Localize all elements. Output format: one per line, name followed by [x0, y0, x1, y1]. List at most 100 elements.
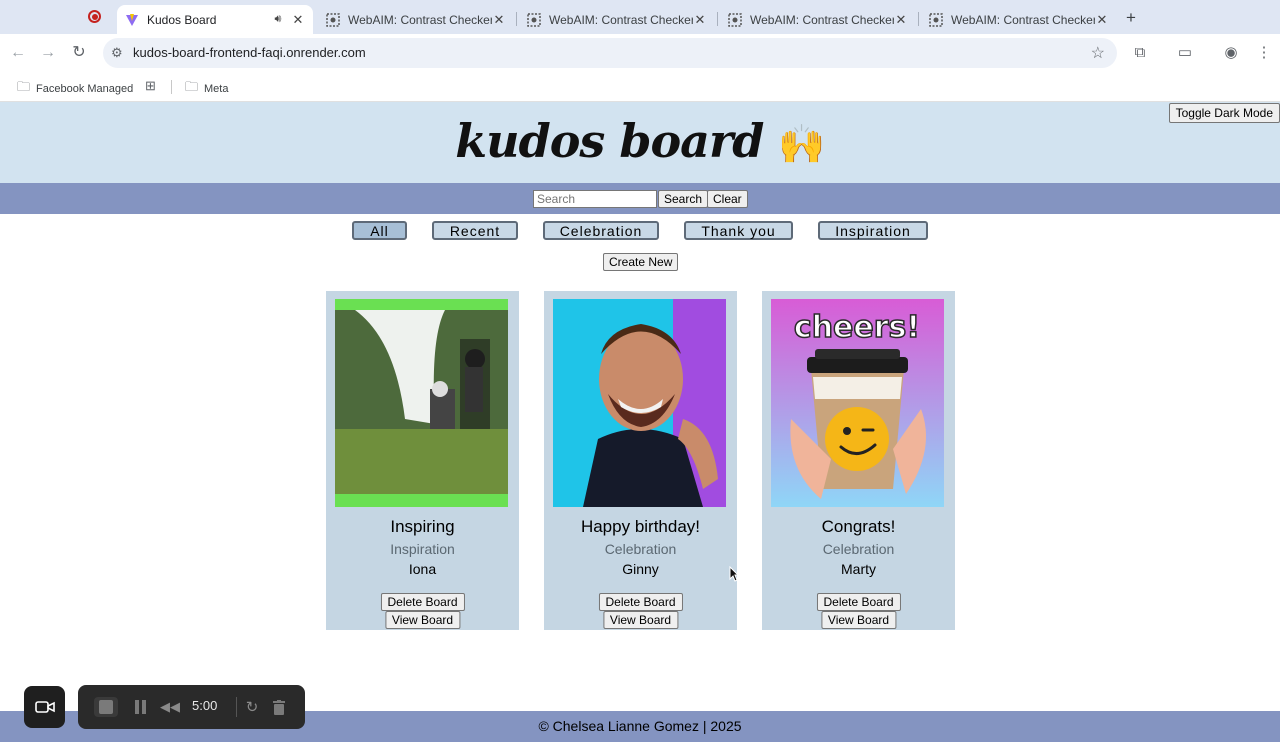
close-tab-icon[interactable]: ✕: [492, 12, 506, 28]
bookmarks-bar: 🗀︎ Facebook Managed ⊞ 🗀︎ Meta: [0, 72, 1280, 102]
profile-avatar-icon[interactable]: ◉: [1221, 43, 1241, 63]
forward-arrow-icon[interactable]: →: [38, 43, 58, 63]
clear-button[interactable]: Clear: [707, 190, 748, 208]
view-board-button[interactable]: View Board: [384, 611, 461, 629]
tab-webaim-2[interactable]: WebAIM: Contrast Checker ✕: [519, 5, 715, 34]
tab-separator: [516, 12, 517, 26]
tab-webaim-3[interactable]: WebAIM: Contrast Checker ✕: [720, 5, 916, 34]
board-author: Ginny: [622, 561, 659, 577]
cheers-text: cheers!: [794, 310, 920, 345]
tab-title: WebAIM: Contrast Checker: [348, 12, 492, 27]
brand-text: kudos board: [455, 114, 764, 168]
more-menu-icon[interactable]: ⋮: [1254, 43, 1274, 63]
filter-celebration[interactable]: Celebration: [543, 221, 659, 240]
recorder-divider: [236, 697, 237, 717]
tab-search-icon[interactable]: ▭: [1175, 43, 1195, 63]
tab-separator: [717, 12, 718, 26]
close-tab-icon[interactable]: ✕: [894, 12, 908, 28]
board-author: Marty: [841, 561, 876, 577]
view-board-button[interactable]: View Board: [820, 611, 897, 629]
bookmark-star-icon[interactable]: ☆: [1091, 43, 1105, 63]
board-image: [553, 299, 726, 507]
video-camera-icon: [34, 701, 55, 713]
url-text[interactable]: kudos-board-frontend-faqi.onrender.com: [133, 45, 366, 60]
page-header: Toggle Dark Mode kudos board 🙌: [0, 102, 1280, 183]
filter-thank-you[interactable]: Thank you: [684, 221, 793, 240]
tab-title: Kudos Board: [147, 12, 217, 27]
board-title: Happy birthday!: [580, 517, 701, 536]
board-card: Happy birthday! Celebration Ginny Delete…: [544, 291, 737, 630]
bookmark-label: Facebook Managed: [36, 83, 134, 95]
create-new-button[interactable]: Create New: [603, 253, 679, 271]
restart-button[interactable]: ↻: [242, 697, 262, 717]
webaim-icon: [326, 12, 340, 27]
browser-tab-strip: Kudos Board 🔊︎ ✕ WebAIM: Contrast Checke…: [0, 0, 1280, 34]
tab-title: WebAIM: Contrast Checker: [549, 12, 693, 27]
filter-all[interactable]: All: [352, 221, 407, 240]
board-category: Celebration: [604, 541, 677, 557]
pause-icon: [134, 700, 146, 714]
board-title: Congrats!: [821, 517, 896, 536]
folder-icon: 🗀︎: [185, 79, 199, 94]
board-category: Celebration: [822, 541, 895, 557]
delete-recording-button[interactable]: [269, 697, 289, 717]
speaker-icon[interactable]: 🔊︎: [271, 13, 285, 26]
close-tab-icon[interactable]: ✕: [1095, 12, 1109, 28]
board-title: Inspiring: [390, 517, 455, 536]
footer-text: © Chelsea Lianne Gomez | 2025: [538, 718, 742, 734]
stop-icon: [99, 700, 113, 714]
recorder-controls: ◀◀ 5:00 ↻: [78, 685, 305, 729]
browser-toolbar: ← → ↻ ⚙︎ kudos-board-frontend-faqi.onren…: [0, 34, 1280, 72]
back-arrow-icon[interactable]: ←: [8, 43, 28, 63]
rewind-icon: ◀◀: [160, 699, 180, 714]
tab-separator: [918, 12, 919, 26]
vite-logo-icon: [125, 13, 139, 27]
tab-webaim-4[interactable]: WebAIM: Contrast Checker ✕: [921, 5, 1117, 34]
close-tab-icon[interactable]: ✕: [693, 12, 707, 28]
apps-grid-icon: ⊞: [145, 78, 156, 93]
tab-title: WebAIM: Contrast Checker: [951, 12, 1095, 27]
trash-icon: [273, 699, 285, 715]
delete-board-button[interactable]: Delete Board: [380, 593, 465, 611]
search-button[interactable]: Search: [658, 190, 709, 208]
bookmark-facebook-managed[interactable]: 🗀︎ Facebook Managed: [17, 78, 133, 100]
board-image: cheers!: [771, 299, 944, 507]
brand-logo: kudos board 🙌: [0, 114, 1280, 168]
site-settings-icon[interactable]: ⚙︎: [111, 45, 123, 61]
board-image: [335, 299, 508, 507]
filter-recent[interactable]: Recent: [432, 221, 518, 240]
bookmark-label: Meta: [204, 83, 229, 95]
webaim-icon: [527, 12, 541, 27]
mouse-cursor-icon: [729, 566, 739, 582]
camera-toggle-button[interactable]: [24, 686, 65, 728]
reload-icon[interactable]: ↻: [69, 43, 89, 63]
restart-icon: ↻: [245, 699, 259, 716]
tab-webaim-1[interactable]: WebAIM: Contrast Checker ✕: [318, 5, 514, 34]
filter-inspiration[interactable]: Inspiration: [818, 221, 928, 240]
delete-board-button[interactable]: Delete Board: [816, 593, 901, 611]
address-bar[interactable]: ⚙︎ kudos-board-frontend-faqi.onrender.co…: [103, 38, 1117, 68]
recording-indicator-icon: [88, 10, 101, 23]
board-author: Iona: [408, 561, 437, 577]
close-tab-icon[interactable]: ✕: [291, 12, 305, 28]
board-category: Inspiration: [390, 541, 455, 557]
delete-board-button[interactable]: Delete Board: [598, 593, 683, 611]
new-tab-icon[interactable]: +: [1126, 8, 1136, 28]
stop-recording-button[interactable]: [94, 697, 118, 717]
view-board-button[interactable]: View Board: [602, 611, 679, 629]
webaim-icon: [929, 12, 943, 27]
tab-title: WebAIM: Contrast Checker: [750, 12, 894, 27]
search-bar: Search Clear: [0, 183, 1280, 214]
recording-timer: 5:00: [192, 698, 218, 713]
tab-kudos-board[interactable]: Kudos Board 🔊︎ ✕: [117, 5, 313, 34]
raised-hands-icon: 🙌: [778, 121, 825, 166]
search-input[interactable]: [533, 190, 657, 208]
pause-button[interactable]: [130, 697, 150, 717]
bookmark-separator: [171, 80, 172, 94]
rewind-button[interactable]: ◀◀: [160, 697, 180, 717]
board-card: Inspiring Inspiration Iona Delete Board …: [326, 291, 519, 630]
bookmark-apps[interactable]: ⊞: [145, 78, 162, 94]
extensions-puzzle-icon[interactable]: ⧉: [1130, 43, 1150, 63]
managed-folder-icon: 🗀︎: [17, 79, 31, 94]
bookmark-meta[interactable]: 🗀︎ Meta: [185, 78, 228, 100]
